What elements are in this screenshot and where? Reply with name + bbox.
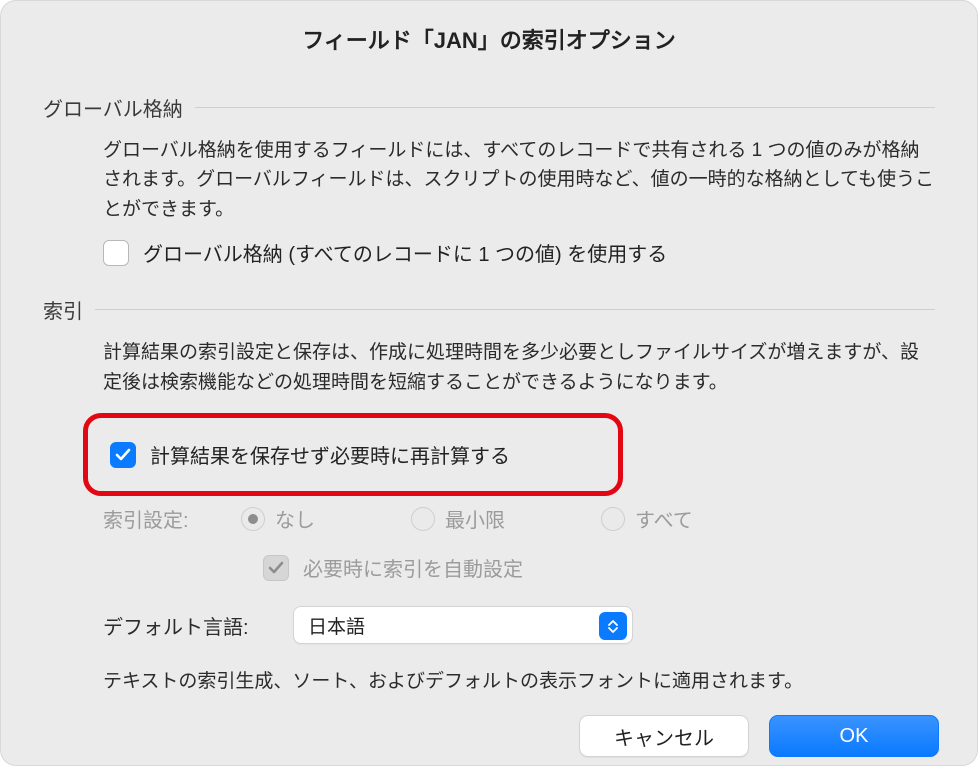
recalc-label: 計算結果を保存せず必要時に再計算する xyxy=(150,440,510,469)
cancel-button[interactable]: キャンセル xyxy=(579,715,749,757)
radio-minimal[interactable] xyxy=(411,507,435,531)
global-storage-description: グローバル格納を使用するフィールドには、すべてのレコードで共有される 1 つの値… xyxy=(103,136,935,224)
index-options-dialog: フィールド「JAN」の索引オプション グローバル格納 グローバル格納を使用するフ… xyxy=(0,0,978,766)
dialog-title: フィールド「JAN」の索引オプション xyxy=(1,1,977,75)
section-global-storage-header: グローバル格納 xyxy=(43,93,935,122)
language-footnote: テキストの索引生成、ソート、およびデフォルトの表示フォントに適用されます。 xyxy=(103,666,935,693)
recalc-checkbox-row[interactable]: 計算結果を保存せず必要時に再計算する xyxy=(110,440,604,469)
ok-button[interactable]: OK xyxy=(769,715,939,757)
index-option-all[interactable]: すべて xyxy=(601,504,693,533)
index-option-minimal-label: 最小限 xyxy=(445,504,505,533)
index-option-none[interactable]: なし xyxy=(241,504,315,533)
radio-none[interactable] xyxy=(241,507,265,531)
index-setting-label: 索引設定: xyxy=(103,504,213,533)
divider xyxy=(95,309,935,310)
dialog-content: グローバル格納 グローバル格納を使用するフィールドには、すべてのレコードで共有さ… xyxy=(1,75,977,693)
index-option-none-label: なし xyxy=(275,504,315,533)
index-description: 計算結果の索引設定と保存は、作成に処理時間を多少必要としファイルサイズが増えます… xyxy=(103,338,935,397)
recalc-checkbox[interactable] xyxy=(110,442,136,468)
chevron-up-down-icon xyxy=(599,612,627,640)
recalc-highlight-box: 計算結果を保存せず必要時に再計算する xyxy=(83,413,623,496)
index-option-all-label: すべて xyxy=(635,504,693,533)
index-setting-row: 索引設定: なし 最小限 すべて xyxy=(103,504,935,533)
auto-index-row[interactable]: 必要時に索引を自動設定 xyxy=(263,553,935,582)
default-language-select[interactable]: 日本語 xyxy=(293,606,633,644)
section-index-header: 索引 xyxy=(43,295,935,324)
default-language-label: デフォルト言語: xyxy=(103,611,273,640)
auto-index-checkbox[interactable] xyxy=(263,555,289,581)
radio-all[interactable] xyxy=(601,507,625,531)
use-global-storage-row[interactable]: グローバル格納 (すべてのレコードに 1 つの値) を使用する xyxy=(103,238,935,267)
section-label-global-storage: グローバル格納 xyxy=(43,93,191,122)
use-global-storage-checkbox[interactable] xyxy=(103,240,129,266)
section-label-index: 索引 xyxy=(43,295,91,324)
divider xyxy=(195,107,935,108)
use-global-storage-label: グローバル格納 (すべてのレコードに 1 つの値) を使用する xyxy=(143,238,667,267)
dialog-button-bar: キャンセル OK xyxy=(1,693,977,766)
auto-index-label: 必要時に索引を自動設定 xyxy=(303,553,523,582)
index-option-minimal[interactable]: 最小限 xyxy=(411,504,505,533)
default-language-value: 日本語 xyxy=(308,612,365,639)
default-language-row: デフォルト言語: 日本語 xyxy=(103,606,935,644)
